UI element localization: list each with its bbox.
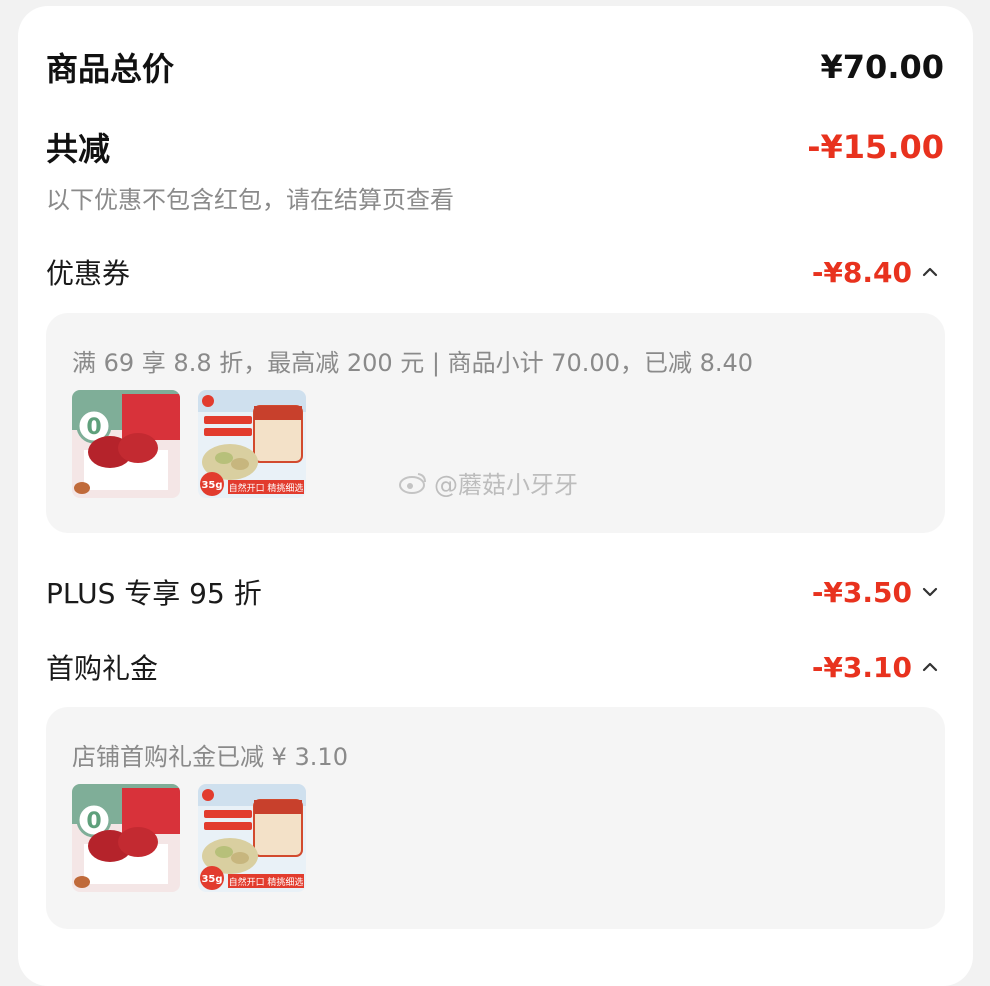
total-price-value: ¥70.00	[820, 48, 944, 86]
total-price-row: 商品总价 ¥70.00	[46, 44, 944, 90]
watermark: @蘑菇小牙牙	[398, 465, 578, 500]
first-purchase-value: -¥3.10	[811, 650, 912, 684]
red-dates-badge: 0	[86, 809, 101, 834]
coupon-detail-panel: 满 69 享 8.8 折，最高减 200 元 | 商品小计 70.00，已减 8…	[46, 313, 945, 533]
pistachio-weight-badge: 35g	[201, 480, 222, 491]
discount-note: 以下优惠不包含红包，请在结算页查看	[46, 186, 454, 214]
weibo-icon	[399, 472, 426, 494]
product-thumbnail-pistachio[interactable]: 35g 自然开口 精挑细选	[198, 784, 306, 892]
plus-discount-row[interactable]: PLUS 专享 95 折 -¥3.50	[46, 572, 944, 612]
plus-discount-value: -¥3.50	[811, 575, 912, 609]
product-thumbnail-pistachio[interactable]: 35g 自然开口 精挑细选	[198, 390, 306, 498]
first-purchase-label: 首购礼金	[46, 652, 159, 685]
chevron-up-icon[interactable]	[920, 262, 944, 282]
coupon-detail-text: 满 69 享 8.8 折，最高减 200 元 | 商品小计 70.00，已减 8…	[72, 349, 754, 377]
first-purchase-detail-text: 店铺首购礼金已减 ¥ 3.10	[72, 743, 348, 771]
chevron-up-icon[interactable]	[920, 657, 944, 677]
plus-discount-label: PLUS 专享 95 折	[46, 577, 262, 610]
red-dates-badge: 0	[86, 415, 101, 440]
product-thumbnail-red-dates[interactable]: 0	[72, 390, 180, 498]
total-price-label: 商品总价	[46, 50, 175, 88]
coupon-label: 优惠券	[46, 257, 131, 290]
coupon-row[interactable]: 优惠券 -¥8.40	[46, 252, 944, 292]
product-thumbnail-red-dates[interactable]: 0	[72, 784, 180, 892]
pistachio-banner: 自然开口 精挑细选	[229, 482, 304, 494]
watermark-text: @蘑菇小牙牙	[434, 471, 578, 499]
coupon-value: -¥8.40	[811, 255, 912, 289]
chevron-down-icon[interactable]	[920, 582, 944, 602]
pistachio-banner: 自然开口 精挑细选	[229, 876, 304, 888]
pistachio-weight-badge: 35g	[201, 874, 222, 885]
total-discount-label: 共减	[46, 130, 111, 168]
total-discount-row: 共减 -¥15.00	[46, 124, 944, 170]
first-purchase-row[interactable]: 首购礼金 -¥3.10	[46, 647, 944, 687]
first-purchase-detail-panel: 店铺首购礼金已减 ¥ 3.10 0 35g 自然开口 精挑细选	[46, 707, 945, 929]
total-discount-value: -¥15.00	[807, 128, 944, 166]
